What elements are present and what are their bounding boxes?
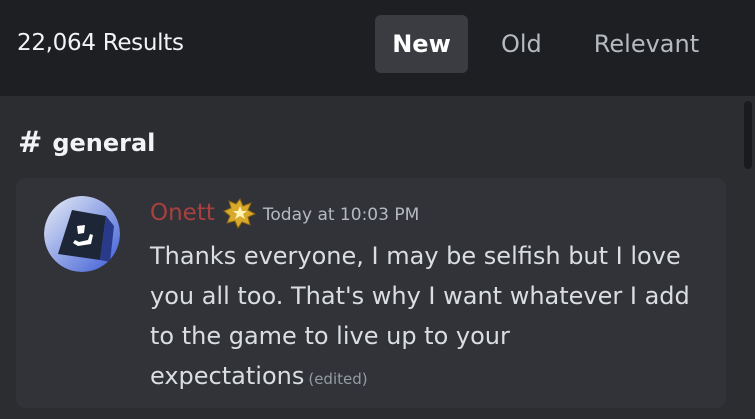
results-count: 22,064 Results <box>17 30 184 56</box>
search-results-header: 22,064 Results New Old Relevant <box>0 0 755 96</box>
sort-tab-new[interactable]: New <box>375 15 468 73</box>
scrollbar-thumb[interactable] <box>744 101 752 169</box>
channel-header[interactable]: # general <box>18 128 155 157</box>
message-content: Thanks everyone, I may be selfish but I … <box>150 236 710 399</box>
message-timestamp: Today at 10:03 PM <box>262 205 420 225</box>
channel-hash-icon: # <box>18 125 43 159</box>
edited-label: (edited) <box>308 370 368 388</box>
message-text: Thanks everyone, I may be selfish but I … <box>150 242 690 390</box>
gold-star-badge-icon[interactable] <box>222 197 257 230</box>
author-name[interactable]: Onett <box>150 200 215 226</box>
sort-tabs: New Old Relevant <box>375 15 699 73</box>
sort-tab-relevant[interactable]: Relevant <box>594 15 699 73</box>
message-author-line: Onett Today at 10:03 PM <box>150 197 420 230</box>
channel-name: general <box>52 128 156 157</box>
sort-tab-old[interactable]: Old <box>501 15 542 73</box>
avatar[interactable] <box>44 196 120 272</box>
